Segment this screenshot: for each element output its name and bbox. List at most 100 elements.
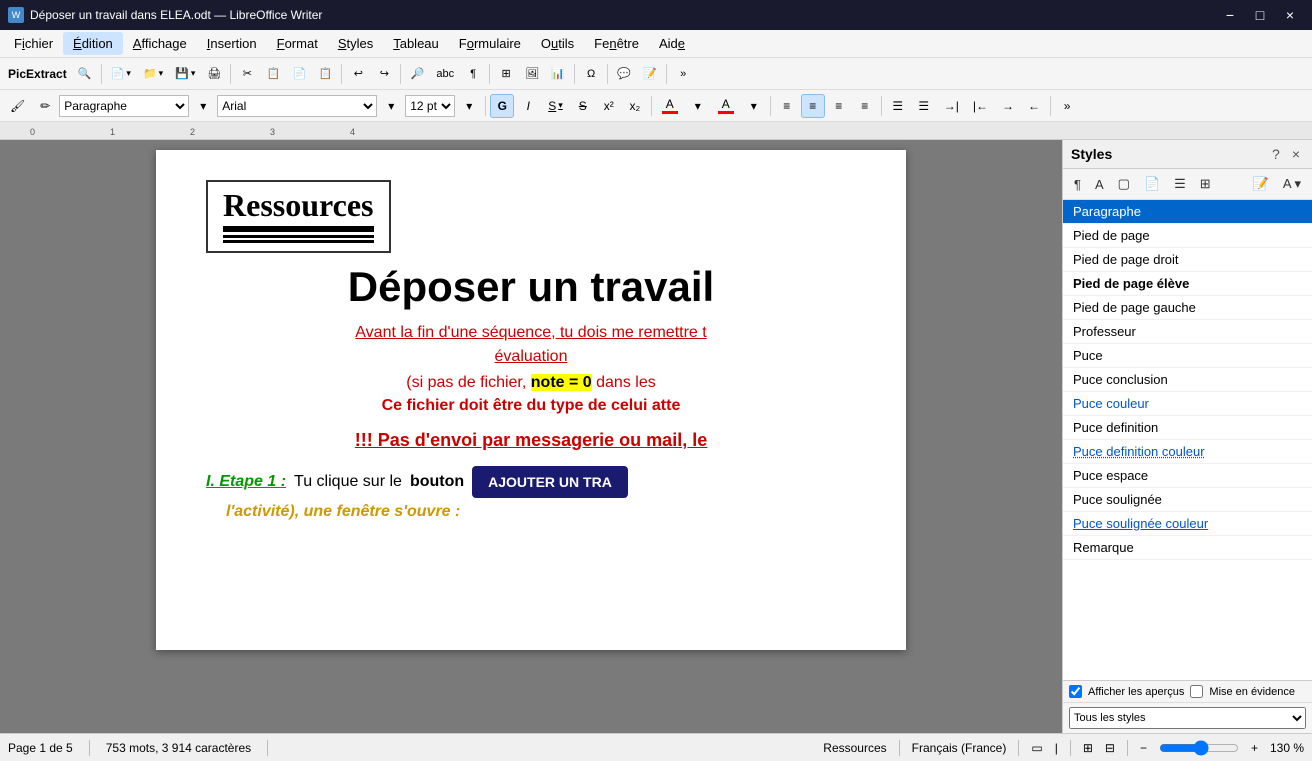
- special-char-button[interactable]: Ω: [579, 62, 603, 86]
- image-button[interactable]: 🖼: [520, 62, 544, 86]
- print-button[interactable]: 🖨: [202, 62, 226, 86]
- outdent-button[interactable]: |←: [967, 94, 994, 118]
- superscript-button[interactable]: x²: [597, 94, 621, 118]
- style-arrow-button[interactable]: ▾: [191, 94, 215, 118]
- zoom-in-icon[interactable]: +: [1251, 741, 1258, 755]
- style-item-puce-espace[interactable]: Puce espace: [1063, 464, 1312, 488]
- bold-button[interactable]: G: [490, 94, 514, 118]
- align-justify-button[interactable]: ≡: [853, 94, 877, 118]
- font-select[interactable]: Arial: [217, 95, 377, 117]
- styles-list[interactable]: Paragraphe Pied de page Pied de page dro…: [1063, 200, 1312, 680]
- font-color-arrow[interactable]: ▾: [742, 94, 766, 118]
- highlight-label[interactable]: Mise en évidence: [1209, 686, 1295, 698]
- style-item-pied-page-gauche[interactable]: Pied de page gauche: [1063, 296, 1312, 320]
- underline-button[interactable]: S ▾: [542, 94, 569, 118]
- style-item-pied-page-eleve[interactable]: Pied de page élève: [1063, 272, 1312, 296]
- undo-button[interactable]: ↩: [346, 62, 370, 86]
- font-color-button[interactable]: A: [712, 94, 740, 118]
- indent-button[interactable]: →|: [938, 94, 965, 118]
- menu-insertion[interactable]: Insertion: [197, 32, 267, 55]
- align-right-button[interactable]: ≡: [827, 94, 851, 118]
- zoom-out-icon[interactable]: −: [1140, 741, 1147, 755]
- font-bg-arrow[interactable]: ▾: [686, 94, 710, 118]
- clone-button[interactable]: 📄: [287, 62, 311, 86]
- align-left-button[interactable]: ≡: [775, 94, 799, 118]
- show-preview-label[interactable]: Afficher les aperçus: [1088, 686, 1184, 698]
- style-new-button[interactable]: 📝: [1248, 173, 1274, 195]
- outdent2-button[interactable]: ←: [1022, 94, 1046, 118]
- find-button[interactable]: 🔍: [73, 62, 97, 86]
- style-frame-icon[interactable]: ▢: [1113, 173, 1135, 195]
- style-item-puce[interactable]: Puce: [1063, 344, 1312, 368]
- menu-outils[interactable]: Outils: [531, 32, 584, 55]
- align-center-button[interactable]: ≡: [801, 94, 825, 118]
- comment-button[interactable]: 💬: [612, 62, 636, 86]
- copy-button[interactable]: 📋: [261, 62, 285, 86]
- style-item-remarque[interactable]: Remarque: [1063, 536, 1312, 560]
- style-item-pied-page-droit[interactable]: Pied de page droit: [1063, 248, 1312, 272]
- new-style-button[interactable]: ✏: [33, 94, 57, 118]
- minimize-button[interactable]: −: [1216, 1, 1244, 29]
- style-item-puce-couleur[interactable]: Puce couleur: [1063, 392, 1312, 416]
- style-item-puce-soulignee[interactable]: Puce soulignée: [1063, 488, 1312, 512]
- style-para-icon[interactable]: ¶: [1069, 173, 1086, 195]
- style-page-icon[interactable]: 📄: [1139, 173, 1165, 195]
- style-table-icon[interactable]: ⊞: [1195, 173, 1216, 195]
- menu-fichier[interactable]: Fichier: [4, 32, 63, 55]
- styles-close-button[interactable]: ×: [1288, 144, 1304, 164]
- chart-button[interactable]: 📊: [546, 62, 570, 86]
- close-button[interactable]: ×: [1276, 1, 1304, 29]
- indent2-button[interactable]: →: [996, 94, 1020, 118]
- menu-styles[interactable]: Styles: [328, 32, 383, 55]
- annotation-button[interactable]: 📝: [638, 62, 662, 86]
- search-button[interactable]: 🔎: [405, 62, 429, 86]
- style-item-puce-definition[interactable]: Puce definition: [1063, 416, 1312, 440]
- more-fmt-button[interactable]: »: [1055, 94, 1079, 118]
- cut-button[interactable]: ✂: [235, 62, 259, 86]
- style-item-puce-soulignee-couleur[interactable]: Puce soulignée couleur: [1063, 512, 1312, 536]
- style-item-paragraphe[interactable]: Paragraphe: [1063, 200, 1312, 224]
- italic-button[interactable]: I: [516, 94, 540, 118]
- style-item-puce-def-couleur[interactable]: Puce definition couleur: [1063, 440, 1312, 464]
- zoom-slider[interactable]: [1159, 740, 1239, 756]
- num-list-button[interactable]: ☰: [912, 94, 936, 118]
- menu-format[interactable]: Format: [267, 32, 328, 55]
- open-button[interactable]: 📁 ▾: [138, 62, 168, 86]
- more-tb-button[interactable]: »: [671, 62, 695, 86]
- table-button[interactable]: ⊞: [494, 62, 518, 86]
- styles-filter-select[interactable]: Tous les styles Styles appliqués Styles …: [1069, 707, 1306, 729]
- list-button[interactable]: ☰: [886, 94, 910, 118]
- maximize-button[interactable]: □: [1246, 1, 1274, 29]
- menu-fenetre[interactable]: Fenêtre: [584, 32, 649, 55]
- menu-aide[interactable]: Aide: [649, 32, 695, 55]
- style-list-icon[interactable]: ☰: [1169, 173, 1191, 195]
- style-format-button[interactable]: 🖌: [4, 94, 31, 118]
- menu-formulaire[interactable]: Formulaire: [449, 32, 531, 55]
- size-arrow-button[interactable]: ▾: [457, 94, 481, 118]
- strikethrough-button[interactable]: S: [571, 94, 595, 118]
- style-item-pied-page[interactable]: Pied de page: [1063, 224, 1312, 248]
- save-button[interactable]: 💾 ▾: [170, 62, 200, 86]
- menu-affichage[interactable]: Affichage: [123, 32, 197, 55]
- style-char-icon[interactable]: A: [1090, 173, 1109, 195]
- document-area[interactable]: Ressources Déposer un travail Avant la f…: [0, 140, 1062, 733]
- style-item-professeur[interactable]: Professeur: [1063, 320, 1312, 344]
- style-item-puce-conclusion[interactable]: Puce conclusion: [1063, 368, 1312, 392]
- font-bg-button[interactable]: A: [656, 94, 684, 118]
- document-page[interactable]: Ressources Déposer un travail Avant la f…: [156, 150, 906, 650]
- highlight-checkbox[interactable]: [1190, 685, 1203, 698]
- menu-edition[interactable]: Édition: [63, 32, 123, 55]
- new-doc-button[interactable]: 📄 ▾: [106, 62, 136, 86]
- paragraph-style-select[interactable]: Paragraphe: [59, 95, 189, 117]
- font-size-select[interactable]: 12 pt: [405, 95, 455, 117]
- styles-help-button[interactable]: ?: [1268, 144, 1284, 164]
- show-preview-checkbox[interactable]: [1069, 685, 1082, 698]
- spell-button[interactable]: abc: [431, 62, 459, 86]
- paste-button[interactable]: 📋: [313, 62, 337, 86]
- subscript-button[interactable]: x₂: [623, 94, 647, 118]
- menu-tableau[interactable]: Tableau: [383, 32, 449, 55]
- font-arrow-button[interactable]: ▾: [379, 94, 403, 118]
- redo-button[interactable]: ↪: [372, 62, 396, 86]
- style-more-button[interactable]: A ▾: [1278, 173, 1306, 195]
- format-marks-button[interactable]: ¶: [461, 62, 485, 86]
